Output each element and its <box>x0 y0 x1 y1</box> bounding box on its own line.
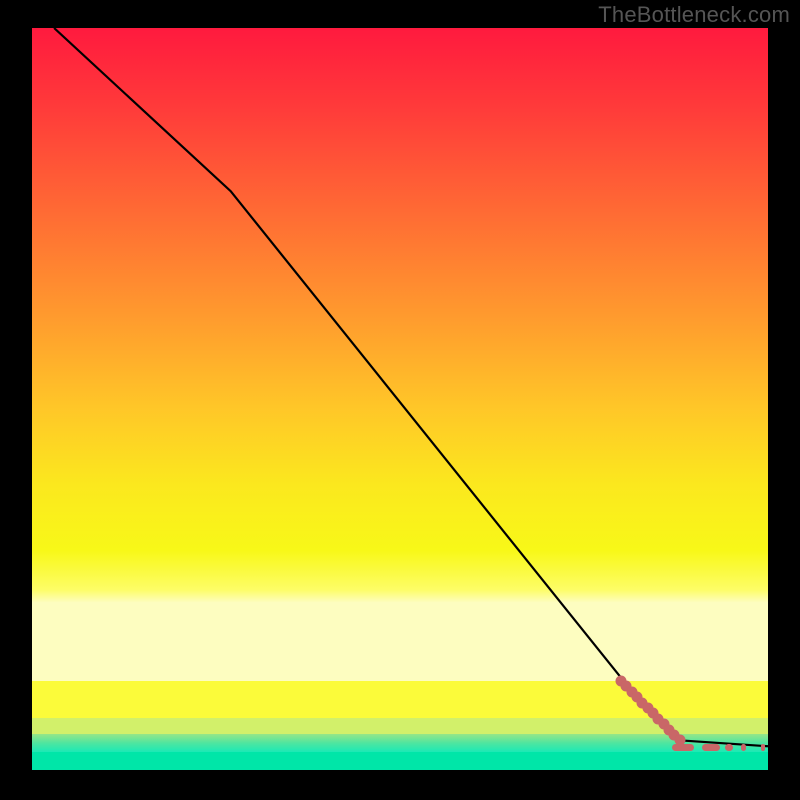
baseline-markers <box>32 28 768 770</box>
baseline-segment <box>672 744 694 751</box>
baseline-segment <box>761 744 765 751</box>
plot-area <box>32 28 768 770</box>
watermark-text: TheBottleneck.com <box>598 2 790 28</box>
baseline-segment <box>702 744 720 751</box>
baseline-segment <box>725 744 732 751</box>
baseline-segment <box>741 744 746 751</box>
